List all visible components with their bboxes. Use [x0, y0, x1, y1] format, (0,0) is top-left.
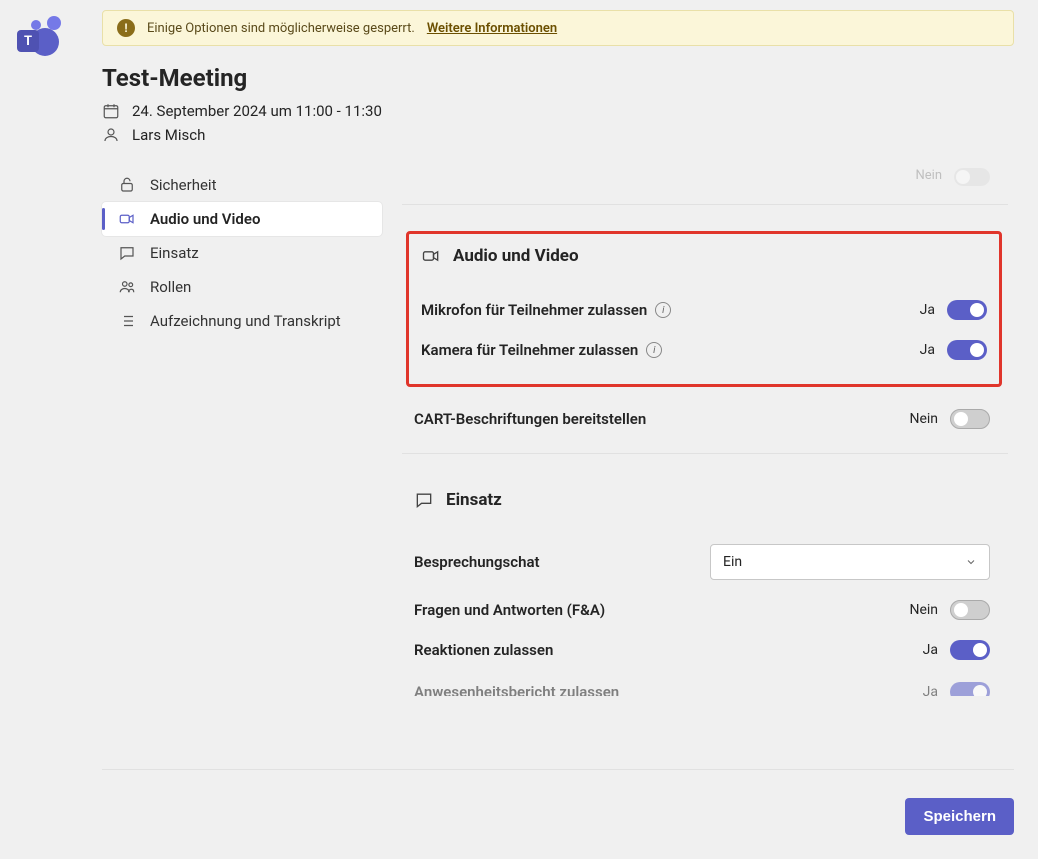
qa-state-text: Nein [909, 602, 938, 618]
calendar-icon [102, 102, 120, 120]
reactions-toggle[interactable] [950, 640, 990, 660]
meeting-header: Test-Meeting 24. September 2024 um 11:00… [102, 64, 1014, 150]
video-icon [421, 246, 441, 266]
sidebar-item-label: Sicherheit [150, 176, 216, 194]
people-icon [118, 278, 136, 296]
person-icon [102, 126, 120, 144]
camera-allow-label: Kamera für Teilnehmer zulassen [421, 341, 638, 359]
app-rail: T [0, 0, 78, 859]
info-icon[interactable]: i [655, 302, 671, 318]
sidebar-item-security[interactable]: Sicherheit [102, 168, 382, 202]
sidebar-item-label: Rollen [150, 278, 191, 296]
cart-state-text: Nein [909, 411, 938, 427]
toggle-stub[interactable] [954, 168, 990, 186]
meeting-datetime: 24. September 2024 um 11:00 - 11:30 [132, 102, 382, 120]
warning-banner: ! Einige Optionen sind möglicherweise ge… [102, 10, 1014, 46]
cart-captions-label: CART-Beschriftungen bereitstellen [414, 410, 646, 428]
section-heading-audio-video: Audio und Video [453, 246, 579, 266]
cart-captions-toggle[interactable] [950, 409, 990, 429]
camera-allow-toggle[interactable] [947, 340, 987, 360]
warning-icon: ! [117, 19, 135, 37]
meeting-organizer: Lars Misch [132, 126, 205, 144]
section-heading-engagement: Einsatz [446, 490, 502, 510]
sidebar-item-audio-video[interactable]: Audio und Video [102, 202, 382, 236]
mic-allow-label: Mikrofon für Teilnehmer zulassen [421, 301, 647, 319]
settings-sidebar: Sicherheit Audio und Video Einsatz Rolle… [102, 168, 382, 769]
lock-icon [118, 176, 136, 194]
sidebar-item-label: Audio und Video [150, 210, 260, 228]
qa-label: Fragen und Antworten (F&A) [414, 601, 605, 619]
info-icon[interactable]: i [646, 342, 662, 358]
sidebar-item-label: Aufzeichnung und Transkript [150, 312, 341, 330]
banner-more-info-link[interactable]: Weitere Informationen [427, 21, 557, 36]
attendance-label: Anwesenheitsbericht zulassen [414, 683, 619, 696]
highlight-audio-video: Audio und Video Mikrofon für Teilnehmer … [406, 231, 1002, 387]
camera-state-text: Ja [920, 342, 935, 358]
meeting-title: Test-Meeting [102, 64, 1014, 92]
save-button[interactable]: Speichern [905, 798, 1014, 835]
sidebar-item-label: Einsatz [150, 244, 199, 262]
chevron-down-icon [965, 556, 977, 568]
sidebar-item-recording[interactable]: Aufzeichnung und Transkript [102, 304, 382, 338]
attendance-toggle[interactable] [950, 682, 990, 696]
reactions-state-text: Ja [923, 642, 938, 658]
qa-toggle[interactable] [950, 600, 990, 620]
video-icon [118, 210, 136, 228]
attendance-state-text: Ja [923, 684, 938, 696]
sidebar-item-engagement[interactable]: Einsatz [102, 236, 382, 270]
reactions-label: Reaktionen zulassen [414, 641, 553, 659]
sidebar-item-roles[interactable]: Rollen [102, 270, 382, 304]
meeting-chat-select[interactable]: Ein [710, 544, 990, 580]
partial-row-above: Nein [402, 168, 1008, 200]
list-icon [118, 312, 136, 330]
meeting-chat-value: Ein [723, 554, 742, 570]
mic-allow-toggle[interactable] [947, 300, 987, 320]
teams-logo: T [17, 16, 61, 60]
section-divider [402, 204, 1008, 205]
meeting-chat-label: Besprechungschat [414, 553, 540, 571]
banner-text: Einige Optionen sind möglicherweise gesp… [147, 21, 415, 36]
chat-icon [414, 490, 434, 510]
mic-state-text: Ja [920, 302, 935, 318]
chat-icon [118, 244, 136, 262]
footer: Speichern [102, 769, 1014, 835]
